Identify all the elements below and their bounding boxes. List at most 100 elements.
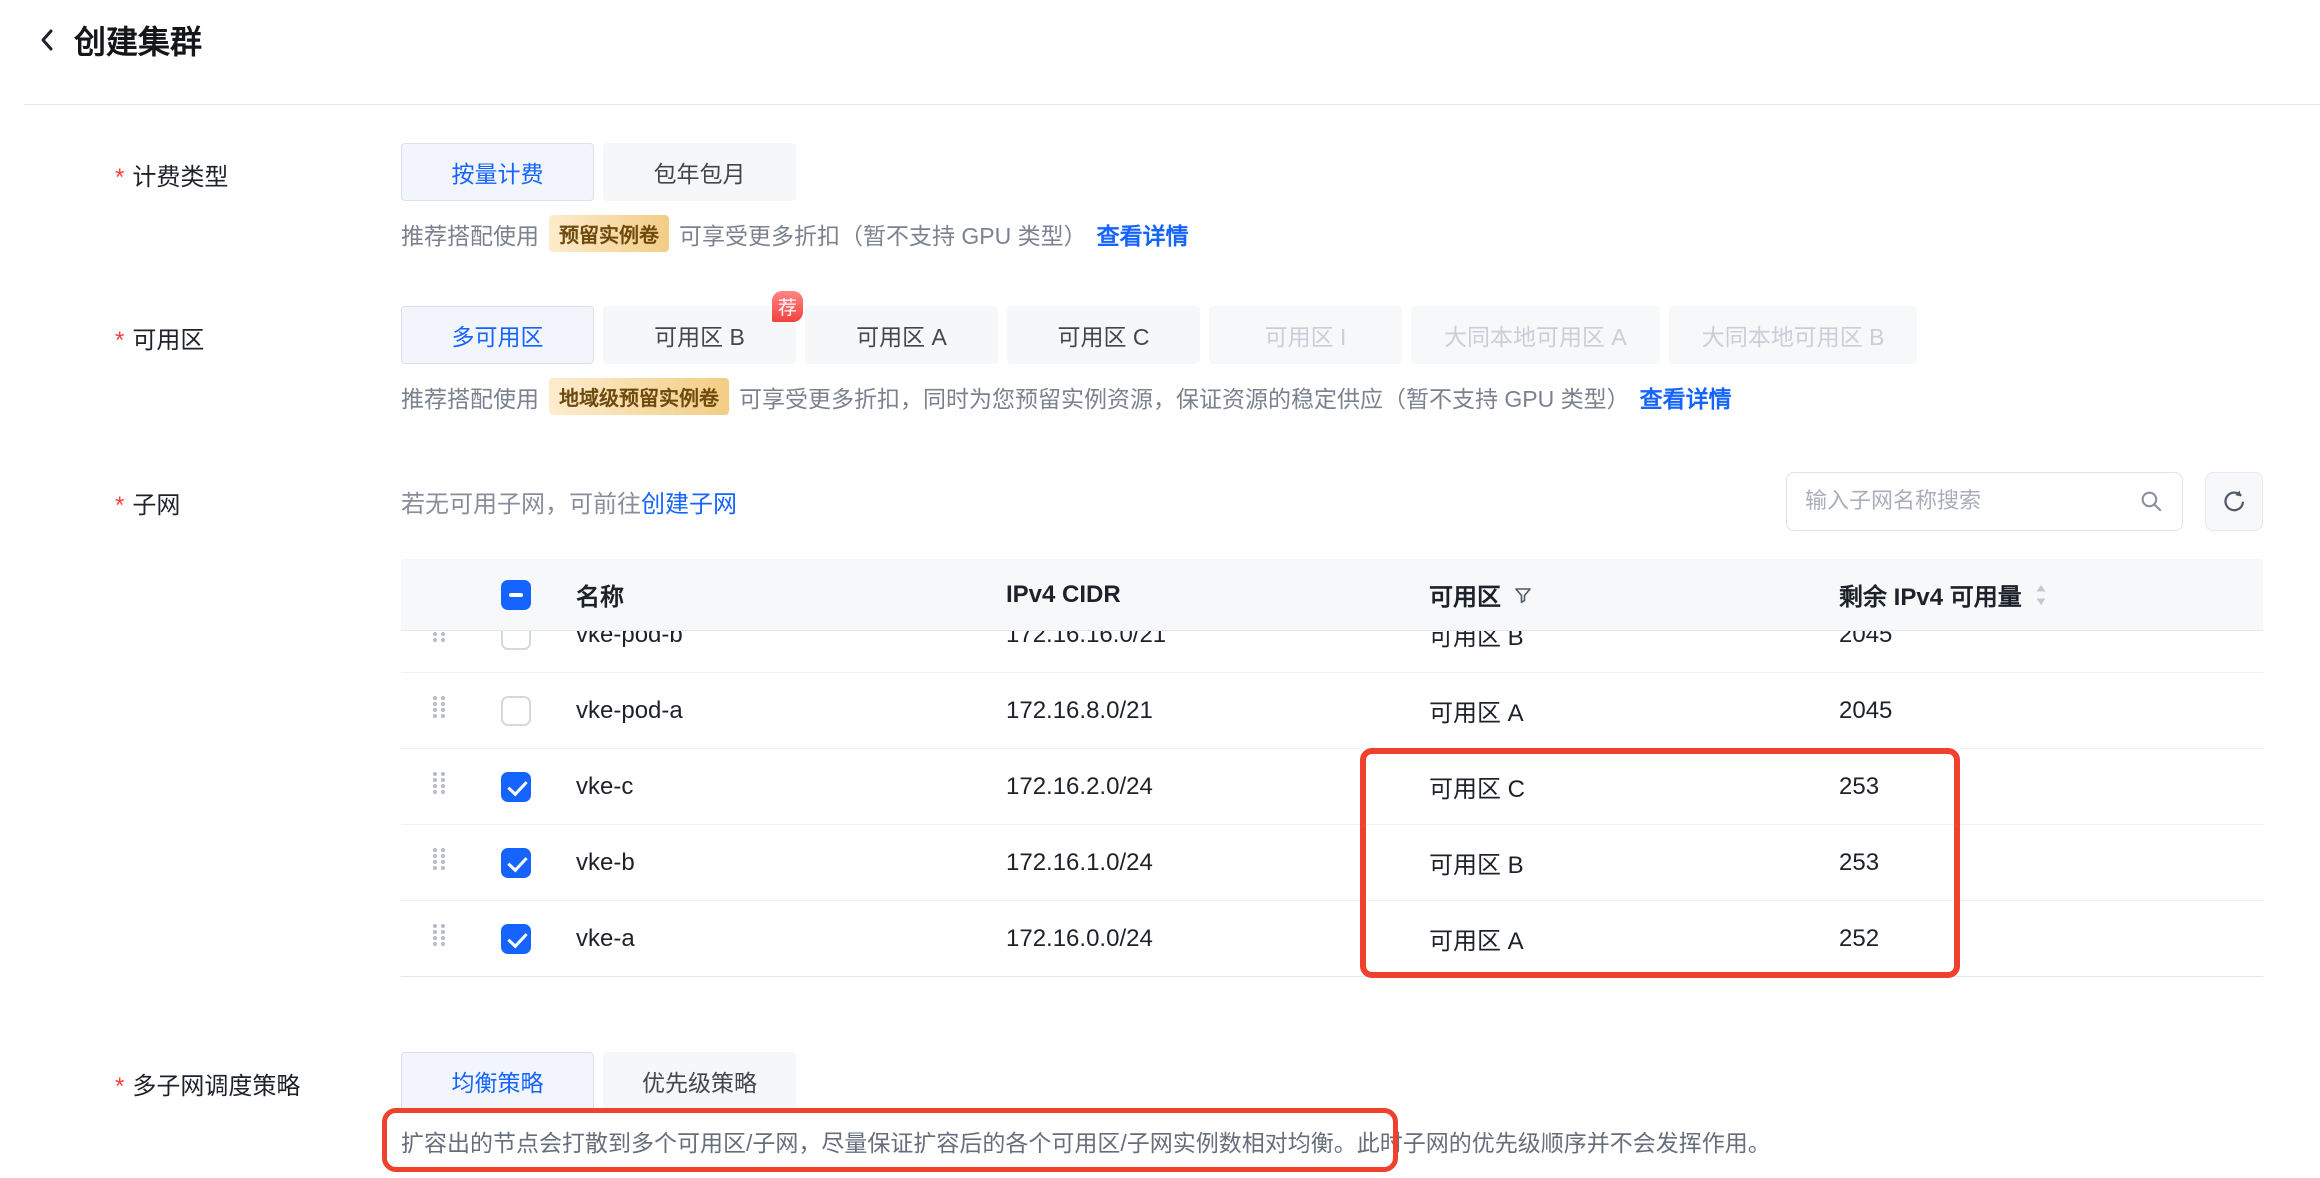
policy-tip-rest: 此时子网的优先级顺序并不会发挥作用。 (1357, 1130, 1771, 1156)
policy-tip-highlighted: 扩容出的节点会打散到多个可用区/子网，尽量保证扩容后的各个可用区/子网实例数相对… (401, 1130, 1357, 1156)
page-header: 创建集群 (0, 0, 2320, 80)
policy-tip: 扩容出的节点会打散到多个可用区/子网，尽量保证扩容后的各个可用区/子网实例数相对… (401, 1124, 2320, 1158)
required-asterisk: * (115, 327, 124, 354)
required-asterisk: * (115, 164, 124, 191)
policy-options: 均衡策略 优先级策略 (401, 1052, 2320, 1110)
search-icon (2139, 489, 2164, 514)
scheduling-policy-row: *多子网调度策略 均衡策略 优先级策略 扩容出的节点会打散到多个可用区/子网，尽… (0, 1052, 2320, 1158)
subnet-name: vke-pod-b (556, 631, 986, 649)
subnet-cidr: 172.16.2.0/24 (986, 773, 1409, 801)
policy-option-label: 均衡策略 (452, 1064, 544, 1098)
drag-handle-icon[interactable] (430, 922, 448, 955)
drag-handle-icon[interactable] (430, 770, 448, 803)
drag-handle-icon[interactable] (430, 694, 448, 727)
subnet-hint: 若无可用子网，可前往创建子网 (401, 484, 737, 519)
zone-option-label: 大同本地可用区 A (1444, 318, 1627, 352)
billing-type-row: *计费类型 按量计费 包年包月 推荐搭配使用 预留实例卷 可享受更多折扣（暂不支… (0, 143, 2320, 252)
subnet-name: vke-c (556, 773, 986, 801)
row-checkbox[interactable] (501, 772, 531, 802)
subnet-remain: 2045 (1819, 697, 2263, 725)
tip-text: 推荐搭配使用 (401, 217, 539, 251)
subnet-zone: 可用区 A (1409, 921, 1819, 956)
column-header-cidr: IPv4 CIDR (986, 581, 1409, 609)
billing-option-label: 包年包月 (654, 155, 746, 189)
subnet-table: 名称 IPv4 CIDR 可用区 剩余 IPv4 可用量 (401, 559, 2263, 977)
policy-option-label: 优先级策略 (642, 1064, 757, 1098)
subnet-cidr: 172.16.8.0/21 (986, 697, 1409, 725)
subnet-name: vke-a (556, 925, 986, 953)
zone-option-label: 多可用区 (452, 318, 544, 352)
select-all-checkbox[interactable] (501, 580, 531, 610)
zone-option-a[interactable]: 可用区 A (805, 306, 998, 364)
column-header-zone: 可用区 (1409, 577, 1819, 612)
tip-text: 推荐搭配使用 (401, 380, 539, 414)
zone-option-label: 可用区 I (1265, 318, 1347, 352)
subnet-remain: 2045 (1819, 631, 2263, 649)
row-checkbox[interactable] (501, 924, 531, 954)
subnet-table-body: vke-pod-b 172.16.16.0/21 可用区 B 2045 vke-… (401, 631, 2263, 977)
subnet-row: *子网 若无可用子网，可前往创建子网 (0, 471, 2320, 977)
table-row: vke-b 172.16.1.0/24 可用区 B 253 (401, 825, 2263, 901)
view-details-link[interactable]: 查看详情 (1097, 217, 1189, 251)
page-title: 创建集群 (74, 17, 202, 63)
tip-text: 可享受更多折扣（暂不支持 GPU 类型） (679, 217, 1087, 251)
billing-tip: 推荐搭配使用 预留实例卷 可享受更多折扣（暂不支持 GPU 类型） 查看详情 (401, 215, 2320, 252)
zone-option-local-b: 大同本地可用区 B (1669, 306, 1918, 364)
regional-reserved-instance-badge: 地域级预留实例卷 (549, 378, 729, 415)
zone-option-local-a: 大同本地可用区 A (1411, 306, 1660, 364)
required-asterisk: * (115, 492, 124, 519)
zone-option-c[interactable]: 可用区 C (1007, 306, 1200, 364)
zone-options: 多可用区 可用区 B荐 可用区 A 可用区 C 可用区 I 大同本地可用区 A … (401, 306, 2320, 364)
drag-handle-icon[interactable] (430, 846, 448, 879)
view-details-link[interactable]: 查看详情 (1640, 380, 1732, 414)
create-cluster-form: *计费类型 按量计费 包年包月 推荐搭配使用 预留实例卷 可享受更多折扣（暂不支… (0, 105, 2320, 1158)
create-cluster-page: 创建集群 *计费类型 按量计费 包年包月 推荐搭配使用 预留实例卷 可享受更多折… (0, 0, 2320, 1178)
subnet-name: vke-pod-a (556, 697, 986, 725)
subnet-zone: 可用区 A (1409, 693, 1819, 728)
row-checkbox[interactable] (501, 631, 531, 650)
create-subnet-link[interactable]: 创建子网 (641, 491, 737, 518)
row-checkbox[interactable] (501, 848, 531, 878)
subnet-remain: 253 (1819, 773, 2263, 801)
policy-option-priority[interactable]: 优先级策略 (603, 1052, 796, 1110)
subnet-zone: 可用区 C (1409, 769, 1819, 804)
subnet-toolbar: 若无可用子网，可前往创建子网 (401, 471, 2263, 531)
subnet-table-header: 名称 IPv4 CIDR 可用区 剩余 IPv4 可用量 (401, 559, 2263, 631)
subnet-zone: 可用区 B (1409, 845, 1819, 880)
policy-option-balanced[interactable]: 均衡策略 (401, 1052, 594, 1110)
billing-option-label: 按量计费 (452, 155, 544, 189)
reserved-instance-badge: 预留实例卷 (549, 215, 669, 252)
zone-option-multi[interactable]: 多可用区 (401, 306, 594, 364)
recommend-badge: 荐 (772, 291, 803, 322)
billing-option-prepaid[interactable]: 包年包月 (603, 143, 796, 201)
filter-icon[interactable] (1513, 585, 1533, 605)
sort-icon[interactable] (2034, 582, 2048, 608)
back-button[interactable] (36, 23, 58, 57)
subnet-cidr: 172.16.0.0/24 (986, 925, 1409, 953)
zone-option-i: 可用区 I (1209, 306, 1402, 364)
column-header-zone-text: 可用区 (1429, 577, 1501, 612)
scheduling-policy-label: *多子网调度策略 (0, 1052, 401, 1158)
refresh-icon (2221, 488, 2248, 515)
refresh-button[interactable] (2205, 472, 2263, 531)
subnet-search-input[interactable] (1805, 488, 2139, 514)
zone-tip: 推荐搭配使用 地域级预留实例卷 可享受更多折扣，同时为您预留实例资源，保证资源的… (401, 378, 2320, 415)
zone-option-label: 可用区 C (1058, 318, 1150, 352)
billing-option-postpaid[interactable]: 按量计费 (401, 143, 594, 201)
subnet-name: vke-b (556, 849, 986, 877)
column-header-remain: 剩余 IPv4 可用量 (1819, 577, 2263, 612)
drag-handle-icon[interactable] (430, 631, 448, 651)
subnet-search-box[interactable] (1786, 472, 2183, 531)
chevron-left-icon (36, 23, 58, 57)
subnet-hint-text: 若无可用子网，可前往 (401, 491, 641, 518)
zone-option-label: 可用区 B (654, 318, 745, 352)
subnet-remain: 252 (1819, 925, 2263, 953)
row-checkbox[interactable] (501, 696, 531, 726)
billing-type-options: 按量计费 包年包月 (401, 143, 2320, 201)
table-row: vke-c 172.16.2.0/24 可用区 C 253 (401, 749, 2263, 825)
required-asterisk: * (115, 1073, 124, 1100)
subnet-zone: 可用区 B (1409, 631, 1819, 652)
subnet-remain: 253 (1819, 849, 2263, 877)
billing-type-label: *计费类型 (0, 143, 401, 252)
zone-option-b[interactable]: 可用区 B荐 (603, 306, 796, 364)
